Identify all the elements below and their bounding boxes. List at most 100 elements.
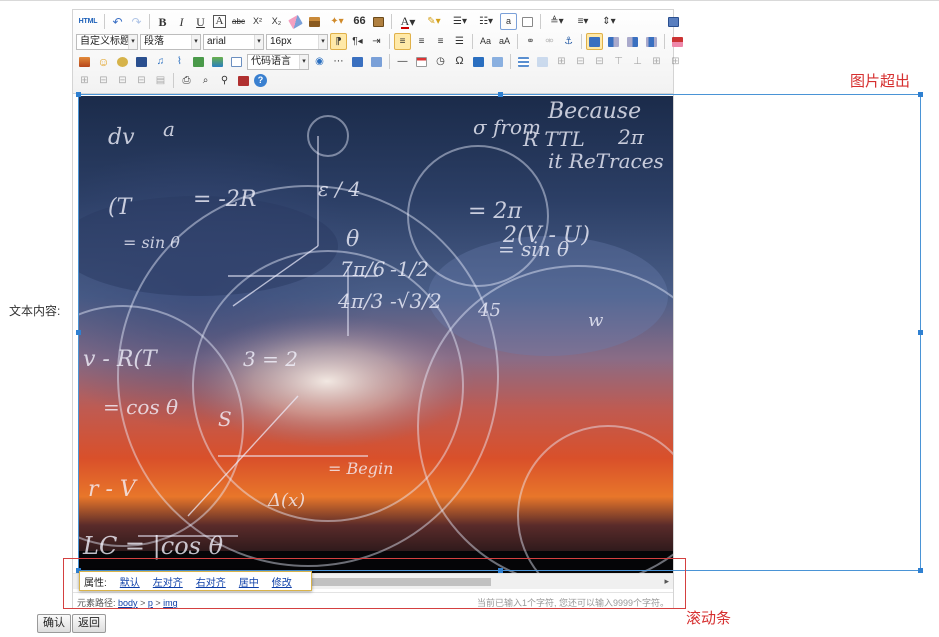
undo-icon[interactable]: ↶ (109, 13, 126, 30)
align-left-icon[interactable]: ≡ (394, 33, 411, 50)
confirm-button[interactable]: 确认 (37, 614, 71, 633)
resize-handle-tr[interactable] (918, 92, 923, 97)
image-center-icon[interactable] (643, 33, 660, 50)
font-size-select[interactable]: 16px ▾ (266, 33, 328, 50)
blockquote-button[interactable]: 66 (351, 13, 368, 30)
delete-row-icon[interactable]: ⊟ (591, 53, 608, 70)
split-cells-icon[interactable]: ⊟ (95, 72, 112, 89)
spechars-button[interactable]: Ω (451, 53, 468, 70)
ordered-list-icon[interactable]: ☰▾ (448, 13, 472, 30)
back-button[interactable]: 返回 (72, 614, 106, 633)
direction-ltr-icon[interactable]: ⁋ (330, 33, 347, 50)
page-break-icon[interactable]: ⋯ (330, 53, 347, 70)
image-left-icon[interactable] (605, 33, 622, 50)
split-cols-icon[interactable]: ⊟ (133, 72, 150, 89)
font-family-select[interactable]: arial ▾ (203, 33, 264, 50)
insert-frame-icon[interactable] (669, 33, 686, 50)
delete-col-icon[interactable]: ⊥ (629, 53, 646, 70)
toolbar-separator (389, 34, 390, 49)
time-icon[interactable]: ◷ (432, 53, 449, 70)
anchor-icon[interactable]: ⚓ (560, 33, 577, 50)
wordimage-icon[interactable] (470, 53, 487, 70)
insert-paragraph-before-table-icon[interactable]: ⊞ (553, 53, 570, 70)
underline-button[interactable]: U (192, 13, 209, 30)
scrollbar-annotation: 滚动条 (686, 610, 732, 627)
format-painter-icon[interactable] (306, 13, 323, 30)
align-right-icon[interactable]: ≡ (432, 33, 449, 50)
snapscreen-icon[interactable] (489, 53, 506, 70)
clear-doc-icon[interactable] (519, 13, 536, 30)
template-icon[interactable] (349, 53, 366, 70)
merge-down-icon[interactable]: ⊞ (76, 72, 93, 89)
unordered-list-icon[interactable]: ☷▾ (474, 13, 498, 30)
insert-frame-page-icon[interactable] (228, 53, 245, 70)
italic-button[interactable]: I (173, 13, 190, 30)
merge-right-icon[interactable]: ⊞ (667, 53, 684, 70)
fullscreen-icon[interactable] (665, 13, 682, 30)
preview-icon[interactable]: ⌕ (197, 72, 214, 89)
resize-handle-mr[interactable] (918, 330, 923, 335)
paragraph-select[interactable]: 段落 ▾ (140, 33, 201, 50)
editor-content-area[interactable]: dv a σ from Because R TTL 2π it ReTraces… (73, 94, 673, 573)
align-center-icon[interactable]: ≡ (413, 33, 430, 50)
subscript-button[interactable]: X₂ (268, 13, 285, 30)
svg-text:θ: θ (346, 227, 359, 252)
gmap-icon[interactable] (209, 53, 226, 70)
auto-typeset-icon[interactable]: ✦▾ (325, 13, 349, 30)
font-border-button[interactable]: A (211, 13, 228, 30)
search-replace-icon[interactable]: ⚲ (216, 72, 233, 89)
background-icon[interactable] (368, 53, 385, 70)
row-spacing-bottom-icon[interactable]: ≡▾ (571, 13, 595, 30)
split-rows-icon[interactable]: ⊟ (114, 72, 131, 89)
direction-rtl-icon[interactable]: ¶◂ (349, 33, 366, 50)
resize-handle-br[interactable] (918, 568, 923, 573)
image-right-icon[interactable] (624, 33, 641, 50)
delete-table-icon[interactable] (534, 53, 551, 70)
row-spacing-top-icon[interactable]: ≜▾ (545, 13, 569, 30)
eraser-icon[interactable] (287, 13, 304, 30)
scrawl-icon[interactable] (114, 53, 131, 70)
insert-table-icon[interactable] (515, 53, 532, 70)
image-overflow-annotation: 图片超出 (850, 73, 911, 90)
line-height-icon[interactable]: ⇕▾ (597, 13, 621, 30)
font-color-button[interactable]: A ▾ (396, 13, 420, 30)
music-icon[interactable]: ♫ (152, 53, 169, 70)
rich-text-editor[interactable]: HTML ↶ ↷ B I U A abc X² X₂ ✦▾ 66 A▾ ✎▾ (72, 9, 683, 609)
superscript-button[interactable]: X² (249, 13, 266, 30)
insert-row-icon[interactable]: ⊟ (572, 53, 589, 70)
svg-text:= sin θ: = sin θ (498, 237, 569, 261)
insert-image-icon[interactable] (76, 53, 93, 70)
link-icon[interactable]: ⚭ (522, 33, 539, 50)
help-icon[interactable]: ? (254, 74, 267, 87)
map-icon[interactable] (190, 53, 207, 70)
redo-icon[interactable]: ↷ (128, 13, 145, 30)
toolbar-separator (391, 14, 392, 29)
emotion-icon[interactable]: ☺ (95, 53, 112, 70)
svg-text:= cos θ: = cos θ (103, 395, 178, 419)
horizontal-rule-icon[interactable]: — (394, 53, 411, 70)
custom-heading-select[interactable]: 自定义标题 ▾ (76, 33, 138, 50)
paste-plain-icon[interactable] (370, 13, 387, 30)
date-icon[interactable] (413, 53, 430, 70)
attachment-icon[interactable]: ⌇ (171, 53, 188, 70)
merge-cells-icon[interactable]: ⊞ (648, 53, 665, 70)
select-all-icon[interactable]: a (500, 13, 517, 30)
unlink-icon[interactable]: ⚮ (541, 33, 558, 50)
web-app-icon[interactable]: ◉ (311, 53, 328, 70)
print-icon[interactable]: ⎙ (178, 72, 195, 89)
lowercase-icon[interactable]: aA (496, 33, 513, 50)
indent-icon[interactable]: ⇥ (368, 33, 385, 50)
align-justify-icon[interactable]: ☰ (451, 33, 468, 50)
inserted-image[interactable]: dv a σ from Because R TTL 2π it ReTraces… (78, 96, 673, 573)
insert-col-icon[interactable]: ⊤ (610, 53, 627, 70)
uppercase-icon[interactable]: Aa (477, 33, 494, 50)
chart-icon[interactable]: ▤ (152, 72, 169, 89)
background-color-icon[interactable]: ✎▾ (422, 13, 446, 30)
insert-video-icon[interactable] (133, 53, 150, 70)
code-language-select[interactable]: 代码语言 ▾ (247, 53, 309, 70)
drafts-icon[interactable] (235, 72, 252, 89)
bold-button[interactable]: B (154, 13, 171, 30)
image-none-icon[interactable] (586, 33, 603, 50)
html-source-button[interactable]: HTML (76, 13, 100, 30)
strikethrough-button[interactable]: abc (230, 13, 247, 30)
